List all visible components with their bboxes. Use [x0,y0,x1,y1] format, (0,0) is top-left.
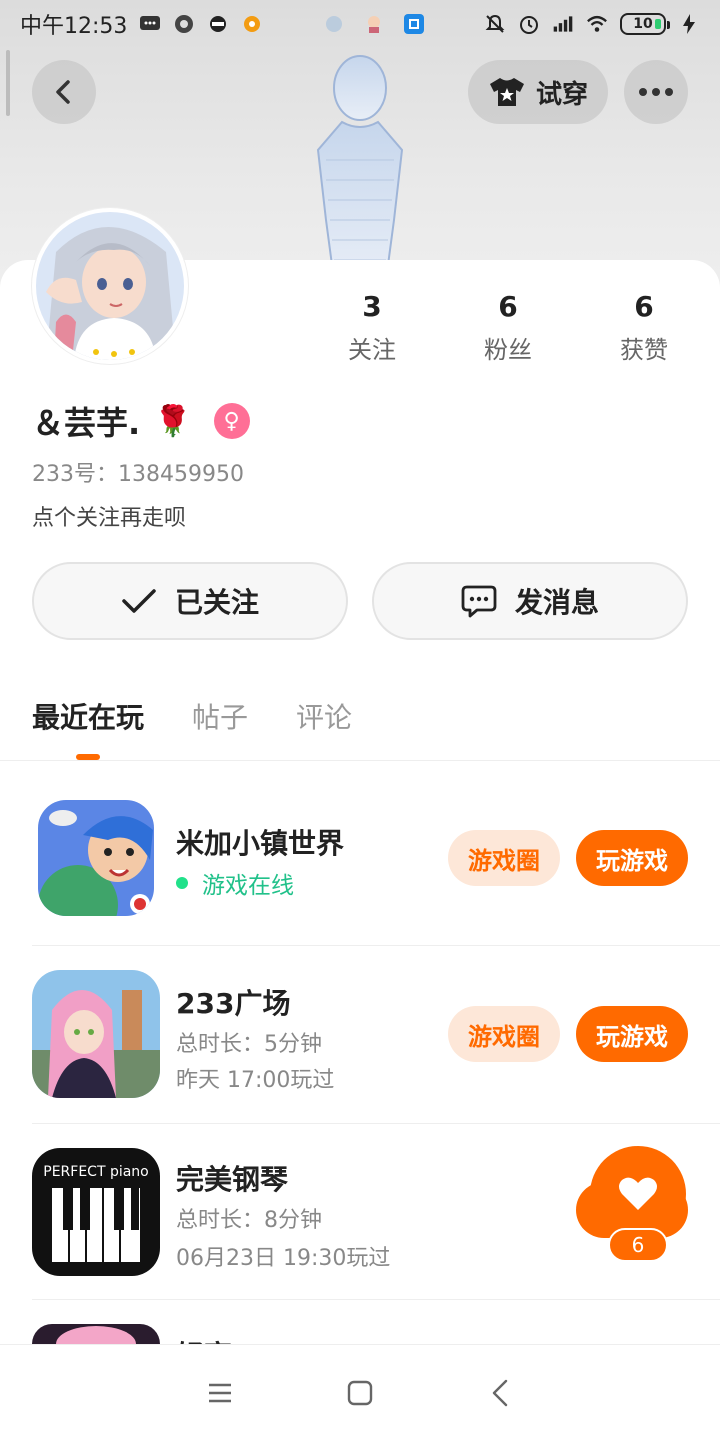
followed-button[interactable]: 已关注 [32,562,348,640]
status-time: 中午12:53 [20,14,128,39]
list-item[interactable]: 233广场 总时长：5分钟 昨天 17:00玩过 游戏圈 玩游戏 [0,970,720,1146]
online-status-text: 游戏在线 [202,873,294,899]
charging-icon [683,14,695,34]
game-icon [32,1324,160,1344]
like-button[interactable]: 6 [576,1146,688,1264]
avatar[interactable] [32,208,188,364]
app-notification-icon [368,16,381,33]
nickname-row: ＆芸芋. 🌹 ♀ [32,398,250,444]
mute-icon [485,14,505,33]
checkmark-icon [122,589,156,613]
home-square-icon [347,1380,373,1405]
nickname: ＆芸芋. [32,404,141,442]
game-icon [38,800,154,916]
stat-label: 获赞 [620,336,668,364]
female-gender-icon: ♀ [213,403,250,439]
avatar-3d-figure [316,55,404,280]
app-notification-icon [326,16,343,32]
game-duration: 总时长：8分钟 [176,1208,322,1233]
status-bar: 中午12:53 10 [0,0,720,48]
game-name: 米加小镇世界 [176,827,345,860]
tab-comments[interactable]: 评论 [296,696,352,736]
signal-icon [553,16,573,32]
game-last-played: 昨天 17:00玩过 [176,1068,335,1093]
chat-bubble-icon [461,585,497,618]
user-id: 233号：138459950 [32,462,244,487]
game-icon [32,970,160,1098]
followed-label: 已关注 [174,586,259,619]
menu-icon [209,1383,231,1402]
home-button[interactable] [340,1373,380,1413]
app-notification-icon [175,15,194,33]
shirt-icon [489,78,524,106]
list-divider [32,945,720,946]
more-dots-icon [639,88,673,96]
app-notification-icon [210,16,227,32]
profile-tabs: 最近在玩 帖子 评论 [32,696,352,736]
recents-button[interactable] [200,1373,240,1413]
game-circle-button[interactable]: 游戏圈 [448,1006,560,1062]
stat-label: 关注 [348,336,396,364]
try-on-label: 试穿 [535,79,588,110]
stat-following[interactable]: 3 关注 [312,290,432,365]
game-circle-button[interactable]: 游戏圈 [448,830,560,886]
scroll-indicator [6,50,10,116]
stat-value: 6 [498,290,518,323]
send-message-label: 发消息 [514,586,599,619]
game-name: 233广场 [176,987,291,1020]
user-bio: 点个关注再走呗 [32,506,187,531]
list-divider [32,1123,720,1124]
more-options-button[interactable] [624,60,688,124]
stat-value: 3 [362,290,382,323]
stat-value: 6 [634,290,654,323]
battery-indicator: 10 [620,13,670,35]
send-message-button[interactable]: 发消息 [372,562,688,640]
game-name: 完美钢琴 [176,1163,289,1196]
play-game-button[interactable]: 玩游戏 [576,1006,688,1062]
try-on-button[interactable]: 试穿 [468,60,608,124]
game-last-played: 06月23日 19:30玩过 [176,1246,391,1271]
avatar-image [36,212,184,360]
play-game-button[interactable]: 玩游戏 [576,830,688,886]
system-back-button[interactable] [480,1373,520,1413]
back-chevron-icon [492,1379,508,1406]
back-button[interactable] [32,60,96,124]
online-dot-icon [176,877,188,889]
chevron-left-icon [56,80,70,104]
rose-emoji: 🌹 [154,403,192,439]
heart-icon [619,1177,657,1210]
system-nav-bar [0,1344,720,1440]
tab-recently-played[interactable]: 最近在玩 [32,696,144,736]
wifi-icon [587,15,607,32]
tabs-divider [0,760,720,761]
list-item[interactable]: 米加小镇世界 游戏在线 游戏圈 玩游戏 [0,800,720,976]
stat-label: 粉丝 [484,336,532,364]
battery-level: 10 [633,16,653,32]
tab-posts[interactable]: 帖子 [192,696,248,736]
app-notification-icon [244,16,261,32]
stat-followers[interactable]: 6 粉丝 [448,290,568,365]
game-online-status: 游戏在线 [176,866,294,900]
message-notification-icon [140,16,161,30]
stat-likes[interactable]: 6 获赞 [584,290,704,365]
app-notification-icon [404,14,425,34]
alarm-icon [520,16,538,34]
game-duration: 总时长：5分钟 [176,1032,322,1057]
perfect-piano-logo-text: PERFECT piano [43,1164,149,1180]
list-divider [32,1299,720,1300]
like-count: 6 [608,1228,668,1262]
game-icon: PERFECT piano [32,1148,160,1276]
